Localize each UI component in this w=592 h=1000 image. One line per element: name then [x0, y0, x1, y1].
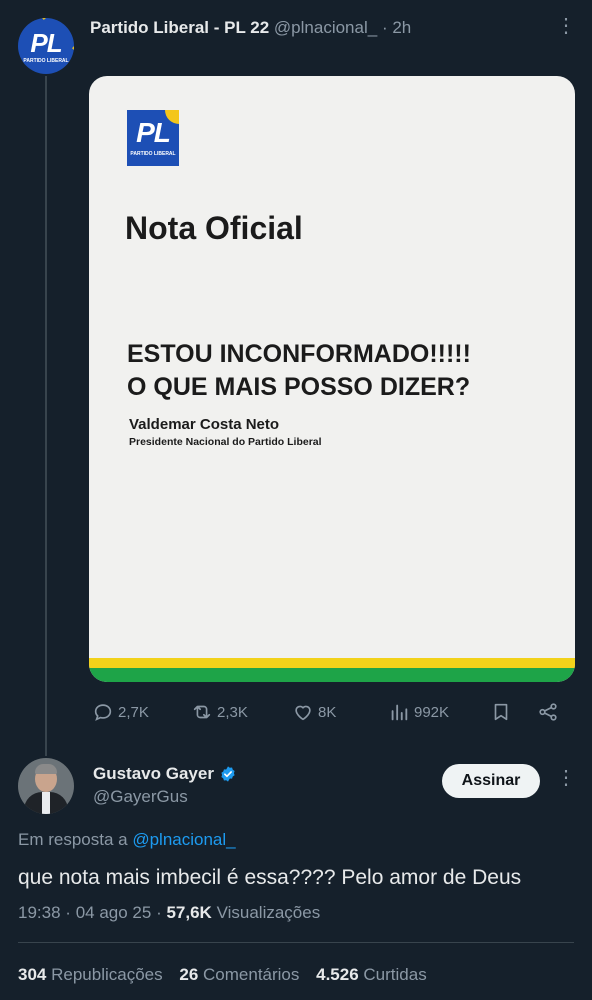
views-button[interactable]: 992K [388, 700, 449, 724]
headline-line-2: O QUE MAIS POSSO DIZER? [127, 373, 471, 401]
handle[interactable]: @GayerGus [93, 787, 188, 807]
tweet-image[interactable]: PL PARTIDO LIBERAL Nota Oficial ESTOU IN… [89, 76, 575, 682]
reply-prefix: Em resposta a [18, 830, 128, 849]
share-button[interactable] [537, 700, 563, 724]
meta-separator: · [156, 903, 162, 922]
tweet-meta: 19:38 · 04 ago 25 · 57,6K Visualizações [18, 903, 320, 923]
engagement-stats: 304 Republicações 26 Comentários 4.526 C… [18, 965, 427, 985]
logo-text: PL [136, 117, 171, 148]
heart-icon [295, 705, 311, 721]
follow-button[interactable]: Assinar [442, 764, 540, 798]
avatar[interactable] [18, 758, 74, 814]
green-band [89, 668, 575, 682]
more-vertical-icon[interactable]: ⋮ [556, 768, 576, 788]
display-name[interactable]: Gustavo Gayer [93, 764, 214, 784]
tweet-header: Partido Liberal - PL 22 @plnacional_ · 2… [90, 18, 411, 38]
like-button[interactable]: 8K [292, 700, 336, 724]
retweet-icon [193, 705, 211, 719]
display-name-row: Gustavo Gayer [93, 764, 237, 784]
image-title: Nota Oficial [125, 210, 303, 246]
tweet-time[interactable]: 19:38 [18, 903, 61, 922]
comments-count: 26 [179, 965, 199, 984]
likes-stat[interactable]: 4.526 Curtidas [316, 965, 427, 984]
likes-label: Curtidas [363, 965, 427, 984]
meta-separator: · [65, 903, 71, 922]
share-icon [539, 703, 557, 721]
avatar[interactable]: PL PARTIDO LIBERAL [18, 18, 74, 74]
thread-line [45, 76, 47, 756]
comments-label: Comentários [203, 965, 300, 984]
views-count: 992K [414, 703, 450, 721]
image-headline: ESTOU INCONFORMADO!!!!! O QUE MAIS POSSO… [127, 338, 471, 404]
reply-handle-link[interactable]: @plnacional_ [132, 830, 235, 849]
tweet-text: que nota mais imbecil é essa???? Pelo am… [18, 866, 522, 889]
avatar-logo-subtext: PARTIDO LIBERAL [23, 58, 69, 64]
comments-stat[interactable]: 26 Comentários [179, 965, 299, 984]
reposts-count: 304 [18, 965, 47, 984]
avatar-hair [35, 764, 57, 774]
image-signer-role: Presidente Nacional do Partido Liberal [129, 436, 322, 448]
more-vertical-icon[interactable]: ⋮ [556, 16, 576, 36]
headline-line-1: ESTOU INCONFORMADO!!!!! [127, 340, 471, 368]
handle[interactable]: @plnacional_ [274, 18, 377, 37]
pl-logo: PL PARTIDO LIBERAL [127, 110, 179, 166]
avatar-shirt [42, 792, 50, 814]
verified-badge-icon [221, 766, 235, 782]
timestamp[interactable]: 2h [392, 18, 411, 37]
views-count: 57,6K [166, 903, 212, 922]
views-icon [391, 704, 408, 721]
avatar-logo-text: PL [30, 28, 62, 58]
retweet-count: 2,3K [217, 703, 248, 721]
logo-subtext: PARTIDO LIBERAL [130, 151, 176, 157]
tweet-date[interactable]: 04 ago 25 [76, 903, 152, 922]
reply-context: Em resposta a @plnacional_ [18, 830, 236, 850]
reply-icon [94, 704, 112, 721]
retweet-button[interactable]: 2,3K [191, 700, 248, 724]
reply-count: 2,7K [118, 703, 149, 721]
reply-button[interactable]: 2,7K [92, 700, 149, 724]
like-count: 8K [318, 703, 337, 721]
display-name[interactable]: Partido Liberal - PL 22 [90, 18, 269, 37]
yellow-band [89, 658, 575, 668]
reposts-stat[interactable]: 304 Republicações [18, 965, 163, 984]
image-signer: Valdemar Costa Neto [129, 416, 280, 433]
reposts-label: Republicações [51, 965, 163, 984]
separator: · [381, 18, 388, 37]
bookmark-button[interactable] [490, 700, 516, 724]
views-label: Visualizações [216, 903, 321, 922]
divider [18, 942, 574, 943]
likes-count: 4.526 [316, 965, 359, 984]
bookmark-icon [494, 703, 508, 721]
